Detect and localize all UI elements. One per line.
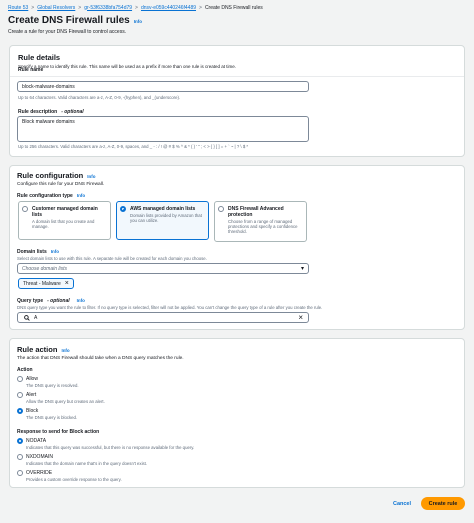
domain-lists-description: Select domain lists to use with this rul… [17,256,207,261]
rule-action-header: Rule action Info The action that DNS Fir… [17,345,184,361]
info-link[interactable]: Info [77,298,85,303]
tile-description: Domain lists provided by Amazon that you… [130,213,202,223]
rule-description-label-text: Rule description [18,109,58,115]
breadcrumb-route53[interactable]: Route 53 [8,5,28,11]
rule-configuration-title: Rule configuration [17,171,84,180]
radio-selected [120,206,126,212]
query-type-description: DNS query type you want the rule to filt… [17,305,323,310]
rule-description-hint: Up to 256 characters. Valid characters a… [18,144,249,149]
optional-tag: - optional [61,109,84,115]
create-rule-button[interactable]: Create rule [421,497,465,510]
domain-lists-placeholder: Choose domain lists [22,265,68,272]
query-type-text: Query type [17,298,44,304]
optional-tag: - optional [47,298,70,304]
radio-allow[interactable] [17,376,23,382]
rule-configuration-type-label: Rule configuration type Info [17,193,85,199]
response-nxdomain-label: NXDOMAIN [26,454,53,460]
remove-token-icon[interactable]: × [65,280,69,287]
page-title: Create DNS Firewall rules [8,15,130,26]
rule-configuration-title-row: Rule configuration Info [17,171,104,180]
rule-action-description: The action that DNS Firewall should take… [17,356,184,361]
rule-details-header: Rule details Specify a name to identify … [18,53,236,69]
breadcrumb: Route 53 > Global Resolvers > gr-53f6338… [8,3,263,12]
action-alert-label: Alert [26,392,37,398]
domain-lists-select[interactable]: Choose domain lists ▾ [17,263,309,274]
radio-unselected [22,206,28,212]
radio-override[interactable] [17,470,23,476]
rule-name-input[interactable]: block-malware-domains [17,81,309,92]
domain-token: Threat - Malware × [18,278,74,289]
breadcrumb-current: Create DNS Firewall rules [204,4,263,11]
rule-name-hint: Up to 64 characters. Valid characters ar… [18,95,181,100]
info-link[interactable]: Info [87,174,95,179]
breadcrumb-resolver-id[interactable]: gr-53f6338bfa754d79 [84,5,132,11]
query-type-value: A [34,314,38,321]
info-link[interactable]: Info [134,19,142,24]
rule-configuration-header: Rule configuration Info Configure this r… [17,171,104,187]
breadcrumb-separator: > [135,4,138,11]
clear-icon[interactable]: × [298,313,303,322]
rule-details-title: Rule details [18,53,61,62]
rule-details-panel: Rule details Specify a name to identify … [9,45,465,157]
breadcrumb-view-id[interactable]: dnsv-e059c440246f4489 [141,5,196,11]
action-label: Action [17,367,33,373]
action-allow-desc: The DNS query is resolved. [26,383,79,388]
domain-lists-text: Domain lists [17,249,47,255]
rule-details-description: Specify a name to identify this rule. Th… [18,64,237,69]
tile-customer-managed[interactable]: Customer managed domain lists A domain l… [18,201,111,240]
breadcrumb-separator: > [31,4,35,11]
action-block-label: Block [26,408,39,414]
rule-description-label: Rule description - optional [18,109,84,115]
tile-title: Customer managed domain lists [32,206,98,218]
tile-advanced-protection[interactable]: DNS Firewall Advanced protection Choose … [214,201,307,242]
response-override-desc: Provides a custom override response to t… [26,477,122,482]
response-override-label: OVERRIDE [26,470,53,476]
action-block-desc: The DNS query is blocked. [26,415,78,420]
page-title-row: Create DNS Firewall rules Info [8,15,142,26]
tile-title: DNS Firewall Advanced protection [228,206,284,218]
cancel-button[interactable]: Cancel [386,498,418,509]
divider [10,76,464,77]
token-label: Threat - Malware [23,280,61,287]
rule-configuration-type-text: Rule configuration type [17,193,73,199]
page-header: Create DNS Firewall rules Info Create a … [8,15,142,35]
info-link[interactable]: Info [77,193,85,198]
response-nodata-label: NODATA [26,438,47,444]
query-type-input[interactable]: A × [17,312,309,323]
response-nodata-desc: Indicates that this query was successful… [26,445,195,450]
rule-action-title: Rule action [17,345,58,354]
breadcrumb-global-resolvers[interactable]: Global Resolvers [37,5,75,11]
tile-aws-managed[interactable]: AWS managed domain lists Domain lists pr… [116,201,209,240]
response-nxdomain-desc: Indicates that the domain name that's in… [26,461,148,466]
breadcrumb-separator: > [199,4,202,11]
response-label: Response to send for Block action [17,429,100,435]
rule-action-title-row: Rule action Info [17,345,184,354]
action-allow-label: Allow [26,376,38,382]
info-link[interactable]: Info [51,249,59,254]
tile-description: Choose from a range of managed protectio… [228,219,298,234]
rule-description-textarea[interactable]: Block malware domains [17,116,309,142]
caret-down-icon: ▾ [300,266,304,272]
info-link[interactable]: Info [61,348,69,353]
action-alert-desc: Allow the DNS query but creates an alert… [26,399,105,404]
radio-nodata[interactable] [17,438,23,444]
search-icon [24,314,30,321]
tile-description: A domain list that you create and manage… [32,219,95,229]
domain-lists-label: Domain lists Info [17,249,59,255]
radio-block[interactable] [17,408,23,414]
tile-title: AWS managed domain lists [130,206,196,212]
radio-nxdomain[interactable] [17,454,23,460]
breadcrumb-separator: > [78,4,82,11]
radio-alert[interactable] [17,392,23,398]
query-type-label: Query type - optional Info [17,298,85,304]
rule-name-label: Rule name [18,67,44,73]
page-subtitle: Create a rule for your DNS Firewall to c… [8,29,127,35]
rule-configuration-description: Configure this rule for your DNS Firewal… [17,182,105,187]
radio-unselected [218,206,224,212]
